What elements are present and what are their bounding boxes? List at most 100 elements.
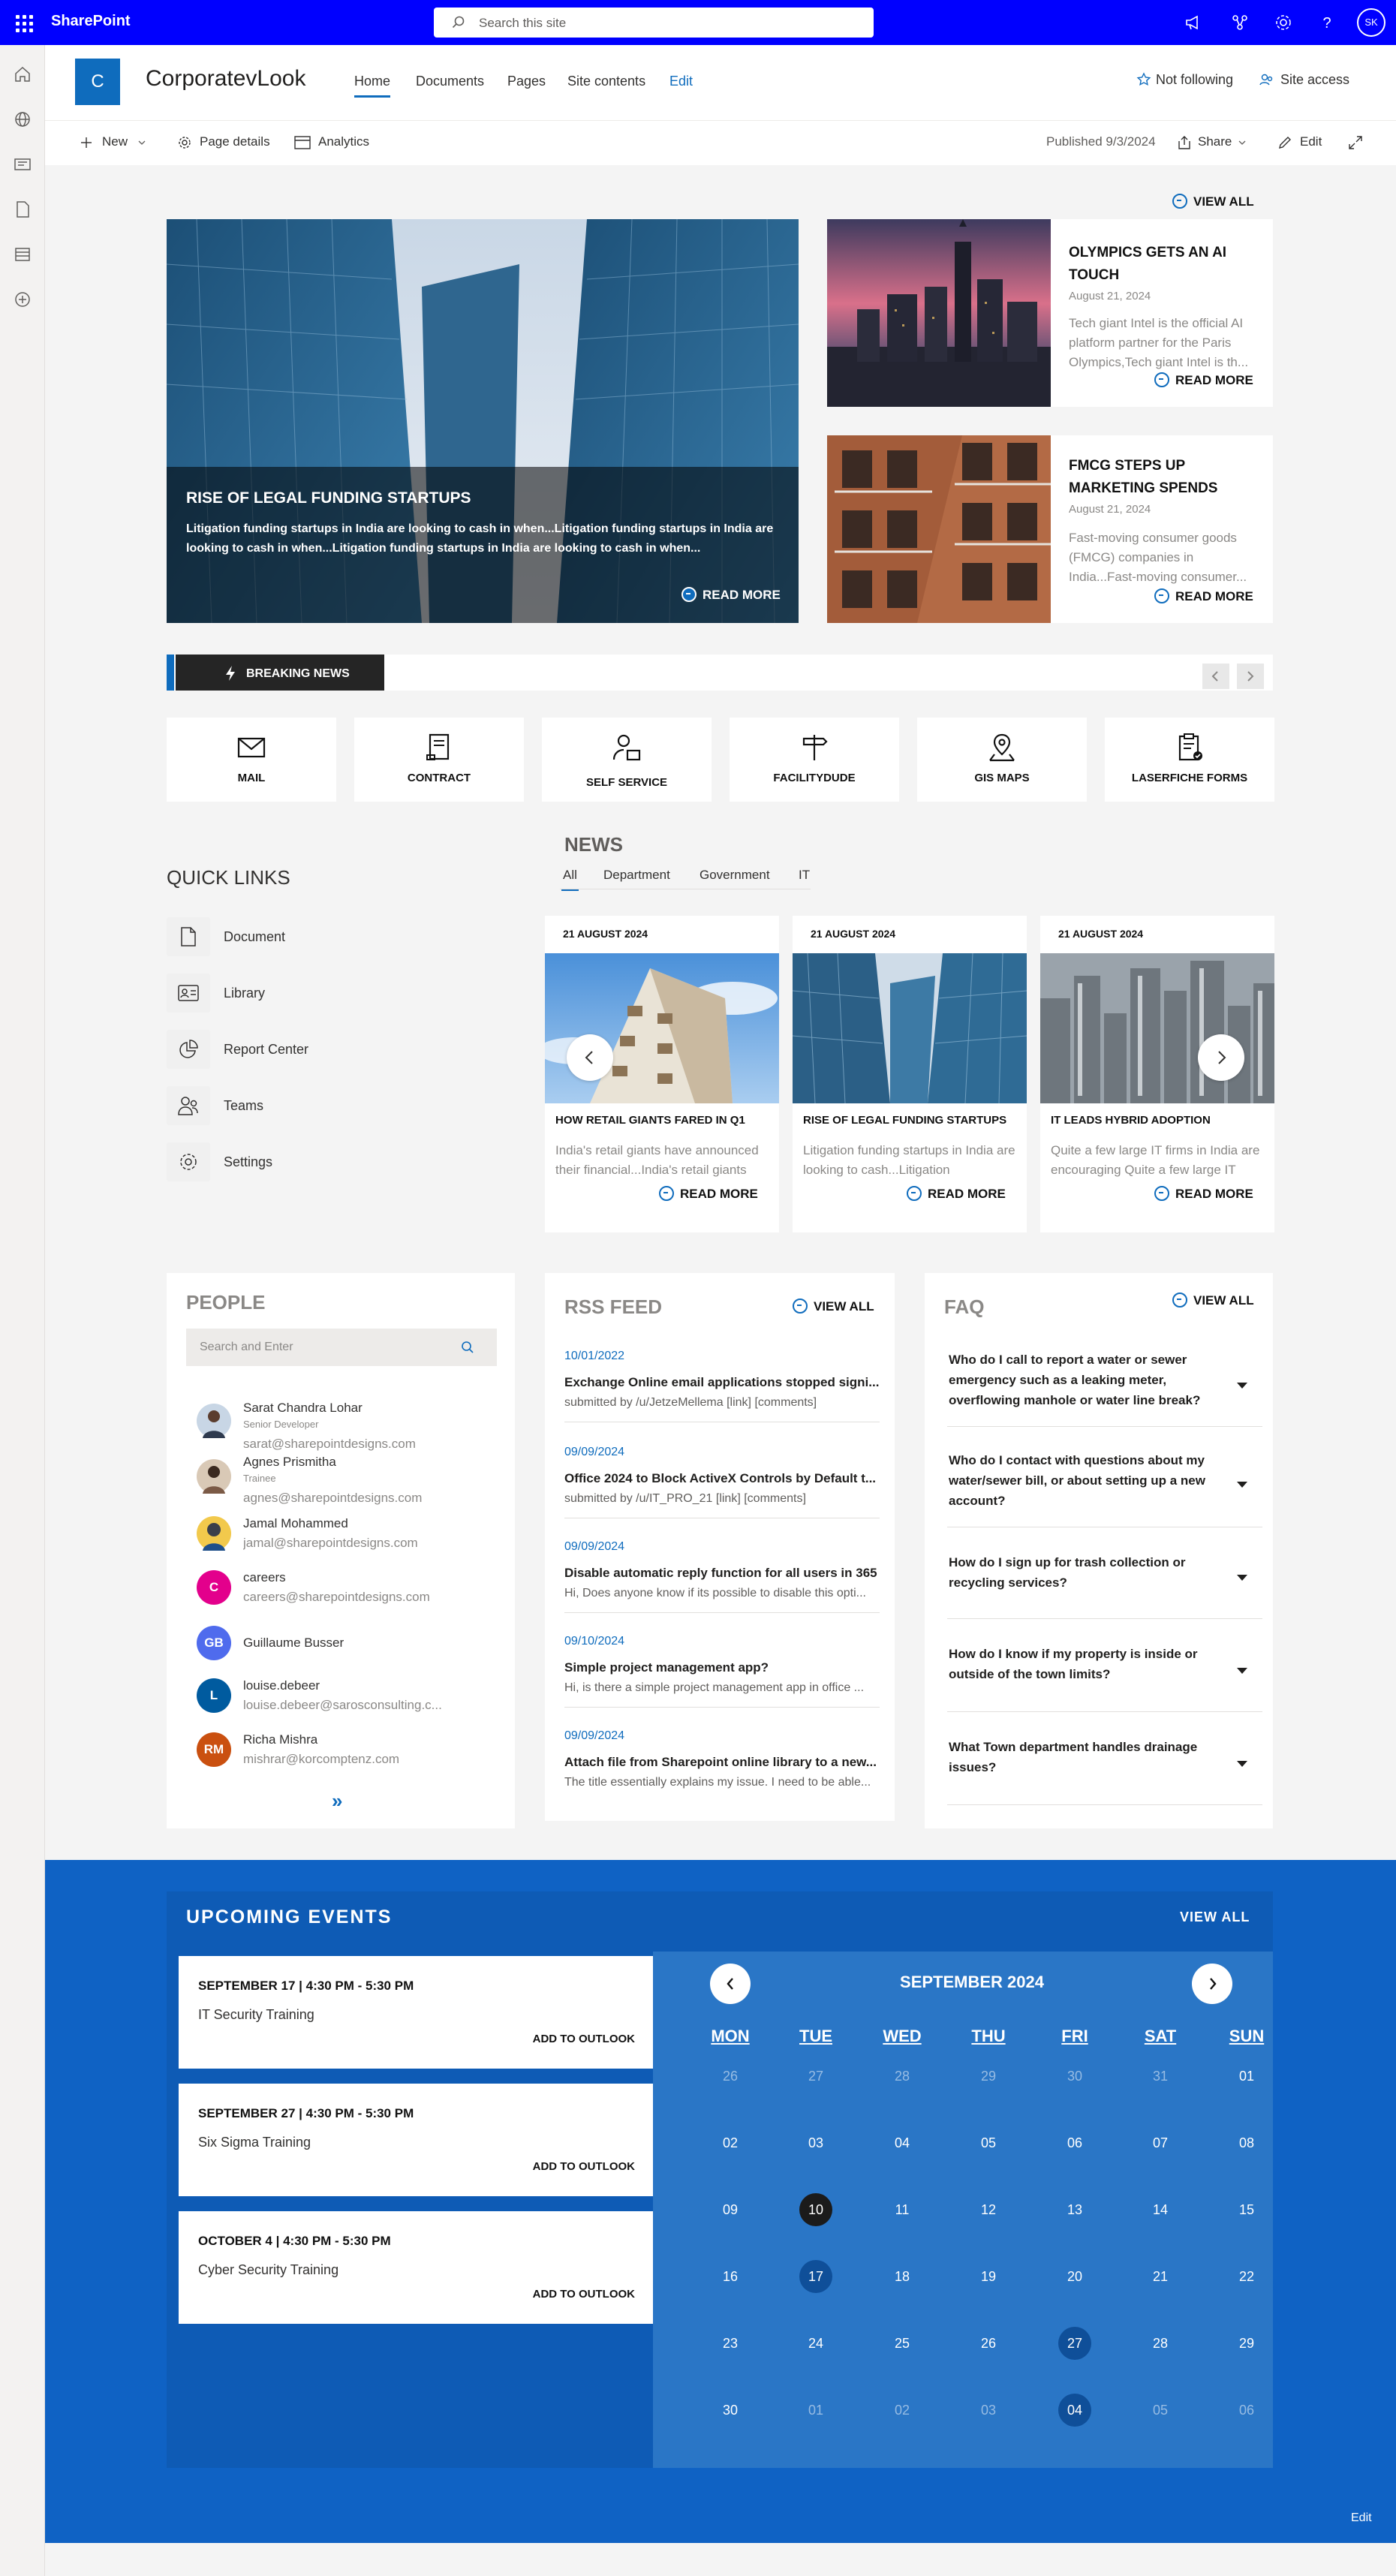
list-icon[interactable] [13, 245, 32, 264]
faq-question[interactable]: How do I sign up for trash collection or… [949, 1552, 1241, 1593]
tile-laserfiche-forms[interactable]: LASERFICHE FORMS [1105, 718, 1274, 802]
event-card[interactable]: SEPTEMBER 27 | 4:30 PM - 5:30 PM Six Sig… [179, 2084, 653, 2196]
calendar-day[interactable]: 08 [1230, 2126, 1263, 2159]
calendar-day[interactable]: 22 [1230, 2260, 1263, 2293]
tile-gis-maps[interactable]: GIS MAPS [917, 718, 1087, 802]
gear-icon[interactable] [1273, 12, 1294, 33]
calendar-day[interactable]: 05 [1144, 2394, 1177, 2427]
calendar-day[interactable]: 02 [714, 2126, 747, 2159]
news-read-more[interactable]: READ MORE [907, 1186, 1006, 1202]
globe-icon[interactable] [13, 110, 32, 129]
faq-question[interactable]: What Town department handles drainage is… [949, 1737, 1241, 1777]
hero-main-title[interactable]: RISE OF LEGAL FUNDING STARTUPS [186, 489, 471, 507]
rss-item-title[interactable]: Office 2024 to Block ActiveX Controls by… [564, 1471, 880, 1486]
calendar-day[interactable]: 15 [1230, 2193, 1263, 2226]
breaking-prev-button[interactable] [1202, 664, 1229, 689]
calendar-day[interactable]: 03 [972, 2394, 1005, 2427]
news-tab-it[interactable]: IT [799, 868, 810, 883]
news-card-title[interactable]: IT LEADS HYBRID ADOPTION [1051, 1114, 1268, 1127]
calendar-day[interactable]: 05 [972, 2126, 1005, 2159]
calendar-day[interactable]: 23 [714, 2327, 747, 2360]
news-next-button[interactable] [1198, 1034, 1244, 1081]
side-card-read-more[interactable]: READ MORE [1154, 588, 1253, 604]
calendar-day[interactable]: 11 [886, 2193, 919, 2226]
help-icon[interactable]: ? [1316, 12, 1337, 33]
calendar-day[interactable]: 12 [972, 2193, 1005, 2226]
nav-site-contents[interactable]: Site contents [567, 74, 645, 89]
app-brand[interactable]: SharePoint [51, 13, 131, 30]
quick-link-library[interactable]: Library [167, 974, 542, 1019]
calendar-day[interactable]: 16 [714, 2260, 747, 2293]
calendar-day[interactable]: 27 [1058, 2327, 1091, 2360]
edit-button[interactable]: Edit [1300, 134, 1322, 149]
breaking-next-button[interactable] [1237, 664, 1264, 689]
home-icon[interactable] [13, 65, 32, 84]
calendar-day[interactable]: 31 [1144, 2060, 1177, 2093]
calendar-day[interactable]: 01 [799, 2394, 832, 2427]
person-item[interactable]: Sarat Chandra Lohar Senior Developer sar… [197, 1401, 497, 1453]
news-tab-department[interactable]: Department [603, 868, 670, 883]
nav-documents[interactable]: Documents [416, 74, 484, 89]
quick-link-report-center[interactable]: Report Center [167, 1030, 542, 1075]
tile-self-service[interactable]: SELF SERVICE [542, 718, 712, 802]
quick-link-settings[interactable]: Settings [167, 1142, 542, 1187]
person-item[interactable]: Jamal Mohammed jamal@sharepointdesigns.c… [197, 1516, 497, 1558]
calendar-next-button[interactable] [1192, 1964, 1232, 2004]
calendar-day[interactable]: 13 [1058, 2193, 1091, 2226]
side-card-read-more[interactable]: READ MORE [1154, 372, 1253, 388]
quick-link-teams[interactable]: Teams [167, 1086, 542, 1131]
nav-pages[interactable]: Pages [507, 74, 546, 89]
calendar-day[interactable]: 04 [886, 2126, 919, 2159]
person-item[interactable]: GB Guillaume Busser [197, 1626, 497, 1663]
search-box[interactable]: Search this site [434, 8, 874, 38]
hero-main-read-more[interactable]: READ MORE [681, 587, 781, 603]
share-network-icon[interactable] [1229, 12, 1250, 33]
site-logo[interactable]: C [75, 59, 120, 105]
side-card-title[interactable]: OLYMPICS GETS AN AI TOUCH [1069, 242, 1256, 287]
news-card[interactable]: 21 AUGUST 2024 RISE OF LEGAL FUNDING STA… [793, 916, 1027, 1232]
rss-item-title[interactable]: Simple project management app? [564, 1660, 880, 1675]
tile-facilitydude[interactable]: FACILITYDUDE [730, 718, 899, 802]
calendar-day[interactable]: 20 [1058, 2260, 1091, 2293]
news-tab-government[interactable]: Government [700, 868, 770, 883]
side-card-title[interactable]: FMCG STEPS UP MARKETING SPENDS [1069, 455, 1256, 500]
faq-view-all[interactable]: VIEW ALL [1172, 1293, 1254, 1308]
rss-item-title[interactable]: Attach file from Sharepoint online libra… [564, 1755, 880, 1770]
calendar-day[interactable]: 27 [799, 2060, 832, 2093]
nav-home[interactable]: Home [354, 74, 391, 98]
faq-question[interactable]: How do I know if my property is inside o… [949, 1644, 1241, 1684]
site-title[interactable]: CorporatevLook [146, 66, 305, 92]
calendar-day[interactable]: 30 [714, 2394, 747, 2427]
person-email[interactable]: sarat@sharepointdesigns.com [243, 1437, 491, 1452]
event-card[interactable]: OCTOBER 4 | 4:30 PM - 5:30 PM Cyber Secu… [179, 2211, 653, 2324]
news-read-more[interactable]: READ MORE [1154, 1186, 1253, 1202]
calendar-day[interactable]: 10 [799, 2193, 832, 2226]
calendar-day[interactable]: 29 [972, 2060, 1005, 2093]
expand-icon[interactable] [1348, 135, 1363, 150]
add-to-outlook-button[interactable]: ADD TO OUTLOOK [533, 2033, 635, 2045]
news-card-title[interactable]: RISE OF LEGAL FUNDING STARTUPS [803, 1114, 1021, 1127]
news-card[interactable]: 21 AUGUST 2024 IT LEADS HYBRID ADOPTION … [1040, 916, 1274, 1232]
analytics-button[interactable]: Analytics [318, 134, 369, 149]
faq-question[interactable]: Who do I call to report a water or sewer… [949, 1350, 1241, 1410]
calendar-day[interactable]: 25 [886, 2327, 919, 2360]
calendar-day[interactable]: 30 [1058, 2060, 1091, 2093]
caret-down-icon[interactable] [1237, 1482, 1247, 1488]
person-email[interactable]: jamal@sharepointdesigns.com [243, 1536, 491, 1551]
hero-main-card[interactable]: RISE OF LEGAL FUNDING STARTUPS Litigatio… [167, 219, 799, 623]
add-to-outlook-button[interactable]: ADD TO OUTLOOK [533, 2160, 635, 2173]
news-prev-button[interactable] [567, 1034, 613, 1081]
tile-contract[interactable]: CONTRACT [354, 718, 524, 802]
calendar-prev-button[interactable] [710, 1964, 751, 2004]
calendar-day[interactable]: 02 [886, 2394, 919, 2427]
calendar-day[interactable]: 06 [1058, 2126, 1091, 2159]
event-card[interactable]: SEPTEMBER 17 | 4:30 PM - 5:30 PM IT Secu… [179, 1956, 653, 2069]
calendar-day[interactable]: 26 [714, 2060, 747, 2093]
calendar-day[interactable]: 21 [1144, 2260, 1177, 2293]
person-email[interactable]: louise.debeer@sarosconsulting.c... [243, 1698, 491, 1713]
megaphone-icon[interactable] [1183, 12, 1204, 33]
rss-item-title[interactable]: Disable automatic reply function for all… [564, 1566, 880, 1581]
person-item[interactable]: C careers careers@sharepointdesigns.com [197, 1570, 497, 1612]
person-email[interactable]: agnes@sharepointdesigns.com [243, 1491, 491, 1506]
calendar-day[interactable]: 03 [799, 2126, 832, 2159]
